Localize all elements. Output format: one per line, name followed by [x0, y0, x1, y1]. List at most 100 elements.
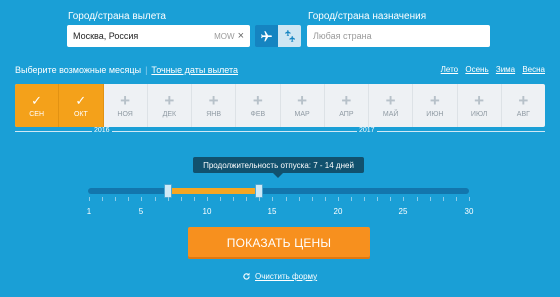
flight-mode-button[interactable]	[255, 25, 278, 47]
scale-label: 15	[267, 207, 277, 216]
scale-tick	[456, 197, 457, 201]
scale-label: 30	[464, 207, 474, 216]
destination-placeholder: Любая страна	[313, 31, 372, 41]
duration-max-handle[interactable]	[255, 184, 264, 198]
destination-label: Город/страна назначения	[308, 11, 427, 22]
month-10[interactable]: + ИЮЛ	[458, 84, 502, 127]
reset-form-label: Очистить форму	[255, 272, 318, 281]
year-label-2016: 2016	[92, 127, 112, 134]
season-links: Лето Осень Зима Весна	[436, 65, 545, 74]
year-label-2017: 2017	[357, 127, 377, 134]
month-9[interactable]: + ИЮН	[413, 84, 458, 127]
months-header: Выберите возможные месяцы | Точные даты вы…	[15, 65, 239, 75]
origin-label: Город/страна вылета	[68, 11, 166, 22]
checkmark-icon: ✓	[31, 92, 43, 108]
scale-tick	[141, 197, 142, 201]
month-2[interactable]: + НОЯ	[104, 84, 148, 127]
scale-label: 5	[138, 207, 144, 216]
scale-tick	[155, 197, 156, 201]
duration-slider-track[interactable]	[88, 188, 469, 194]
scale-tick	[181, 197, 182, 201]
scale-tick	[403, 197, 404, 201]
month-3[interactable]: + ДЕК	[148, 84, 192, 127]
month-1[interactable]: ✓ ОКТ	[59, 84, 104, 127]
month-label: МАЙ	[382, 110, 399, 118]
month-label: ЯНВ	[206, 110, 222, 118]
month-6[interactable]: + МАР	[281, 84, 325, 127]
month-label: ИЮЛ	[470, 110, 488, 118]
scale-tick	[102, 197, 103, 201]
duration-min-handle[interactable]	[163, 184, 172, 198]
multi-city-mode-button[interactable]	[278, 25, 301, 47]
plus-icon: +	[120, 90, 131, 110]
scale-tick	[338, 197, 339, 201]
choose-months-label: Выберите возможные месяцы	[15, 65, 142, 75]
destination-input[interactable]: Любая страна	[307, 25, 490, 47]
exact-dates-link[interactable]: Точные даты вылета	[151, 65, 238, 75]
month-label: ДЕК	[162, 110, 177, 118]
scale-tick	[417, 197, 418, 201]
season-summer-link[interactable]: Лето	[441, 65, 458, 74]
duration-selected-range	[167, 188, 260, 194]
plus-icon: +	[164, 90, 175, 110]
reset-form-link[interactable]: Очистить форму	[242, 272, 317, 281]
scale-tick	[312, 197, 313, 201]
plus-icon: +	[474, 90, 485, 110]
scale-tick	[325, 197, 326, 201]
origin-value: Москва, Россия	[73, 31, 139, 41]
scale-tick	[246, 197, 247, 201]
month-label: НОЯ	[117, 110, 133, 118]
scale-tick	[299, 197, 300, 201]
plus-icon: +	[385, 90, 396, 110]
duration-tooltip: Продолжительность отпуска: 7 - 14 дней	[193, 157, 364, 178]
month-label: ФЕВ	[250, 110, 266, 118]
scale-tick	[128, 197, 129, 201]
scale-tick	[430, 197, 431, 201]
scale-label: 10	[202, 207, 212, 216]
origin-code: MOW	[214, 31, 235, 41]
scale-tick	[115, 197, 116, 201]
month-label: ОКТ	[73, 110, 88, 118]
plus-icon: +	[429, 90, 440, 110]
month-label: АПР	[339, 110, 354, 118]
season-autumn-link[interactable]: Осень	[465, 65, 488, 74]
month-label: ИЮН	[426, 110, 444, 118]
scale-tick	[469, 197, 470, 201]
airplane-icon	[261, 30, 272, 41]
plus-icon: +	[252, 90, 263, 110]
origin-input[interactable]: Москва, Россия MOW ×	[67, 25, 250, 47]
scale-tick	[286, 197, 287, 201]
checkmark-icon: ✓	[75, 92, 87, 108]
scale-tick	[351, 197, 352, 201]
scale-tick	[272, 197, 273, 201]
season-winter-link[interactable]: Зима	[496, 65, 515, 74]
scale-tick	[220, 197, 221, 201]
scale-label: 25	[398, 207, 408, 216]
month-7[interactable]: + АПР	[325, 84, 369, 127]
show-prices-button[interactable]: ПОКАЗАТЬ ЦЕНЫ	[188, 227, 370, 259]
scale-tick	[377, 197, 378, 201]
plus-icon: +	[297, 90, 308, 110]
transfer-flights-icon	[285, 29, 295, 42]
month-5[interactable]: + ФЕВ	[236, 84, 281, 127]
season-spring-link[interactable]: Весна	[522, 65, 545, 74]
plus-icon: +	[341, 90, 352, 110]
scale-tick	[390, 197, 391, 201]
month-4[interactable]: + ЯНВ	[192, 84, 237, 127]
scale-label: 1	[86, 207, 92, 216]
scale-tick	[259, 197, 260, 201]
scale-label: 20	[333, 207, 343, 216]
scale-tick	[207, 197, 208, 201]
scale-tick	[168, 197, 169, 201]
month-selector: ✓ СЕН ✓ ОКТ + НОЯ + ДЕК + ЯНВ + ФЕВ + МАР + АПР + МАЙ + ИЮН…	[15, 84, 545, 127]
clear-origin-icon[interactable]: ×	[238, 30, 244, 42]
scale-tick	[233, 197, 234, 201]
scale-tick	[194, 197, 195, 201]
plus-icon: +	[518, 90, 529, 110]
month-0[interactable]: ✓ СЕН	[15, 84, 60, 127]
scale-tick	[364, 197, 365, 201]
month-label: АВГ	[516, 110, 530, 118]
month-11[interactable]: + АВГ	[502, 84, 545, 127]
month-label: МАР	[294, 110, 310, 118]
month-8[interactable]: + МАЙ	[369, 84, 414, 127]
